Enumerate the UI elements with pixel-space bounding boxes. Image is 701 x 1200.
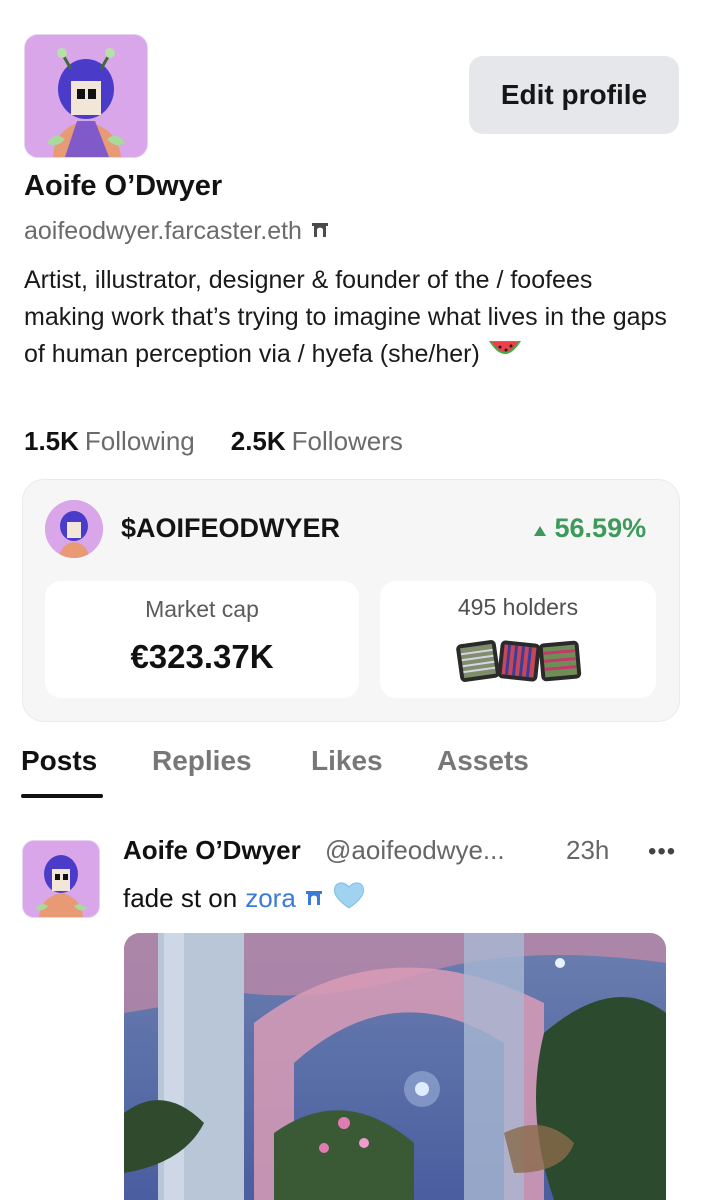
- more-options-icon[interactable]: •••: [648, 838, 676, 866]
- followers-stat[interactable]: 2.5K Followers: [231, 426, 403, 457]
- post-author-handle: @aoifeodwye...: [325, 835, 505, 865]
- post-link-zora[interactable]: zora: [245, 883, 296, 914]
- arch-badge-icon: [310, 217, 330, 246]
- holder-avatars: [456, 636, 582, 686]
- profile-avatar[interactable]: [24, 34, 148, 158]
- tab-assets[interactable]: Assets: [437, 745, 529, 777]
- post-image[interactable]: [124, 933, 666, 1200]
- coin-price-change: 56.59%: [533, 513, 646, 544]
- arch-badge-icon: [304, 883, 324, 914]
- watermelon-icon: [487, 337, 523, 374]
- post-timestamp: 23h: [566, 835, 610, 865]
- triangle-up-icon: [533, 513, 555, 543]
- coin-avatar: [45, 500, 103, 558]
- followers-label: Followers: [291, 426, 403, 456]
- active-tab-indicator: [21, 794, 103, 798]
- following-count: 1.5K: [24, 426, 79, 456]
- followers-count: 2.5K: [230, 426, 286, 456]
- holders-count-label: 495 holders: [457, 594, 579, 620]
- post-body: fade st on: [123, 883, 238, 913]
- profile-handle: aoifeodwyer.farcaster.eth: [24, 217, 302, 245]
- post-text: fade st on zora: [123, 880, 366, 917]
- light-blue-heart-icon: [332, 880, 366, 917]
- market-cap-label: Market cap: [145, 596, 259, 622]
- tab-likes[interactable]: Likes: [311, 745, 383, 777]
- tab-posts[interactable]: Posts: [21, 745, 97, 777]
- profile-stats: 1.5K Following 2.5K Followers: [24, 426, 403, 457]
- profile-display-name: Aoife O’Dwyer: [24, 170, 223, 202]
- profile-handle-row: aoifeodwyer.farcaster.eth: [24, 217, 330, 246]
- coin-change-value: 56.59%: [554, 513, 647, 543]
- coin-ticker: $AOIFEODWYER: [121, 513, 341, 543]
- profile-bio: Artist, illustrator, designer & founder …: [24, 262, 674, 374]
- market-cap-value: €323.37K: [130, 638, 274, 675]
- following-stat[interactable]: 1.5K Following: [24, 426, 195, 457]
- following-label: Following: [84, 426, 195, 456]
- post-author-name[interactable]: Aoife O’Dwyer: [123, 835, 301, 866]
- edit-profile-button[interactable]: Edit profile: [469, 56, 679, 134]
- post-author-avatar[interactable]: [22, 840, 100, 918]
- tab-replies[interactable]: Replies: [152, 745, 252, 777]
- bio-text: Artist, illustrator, designer & founder …: [24, 266, 667, 368]
